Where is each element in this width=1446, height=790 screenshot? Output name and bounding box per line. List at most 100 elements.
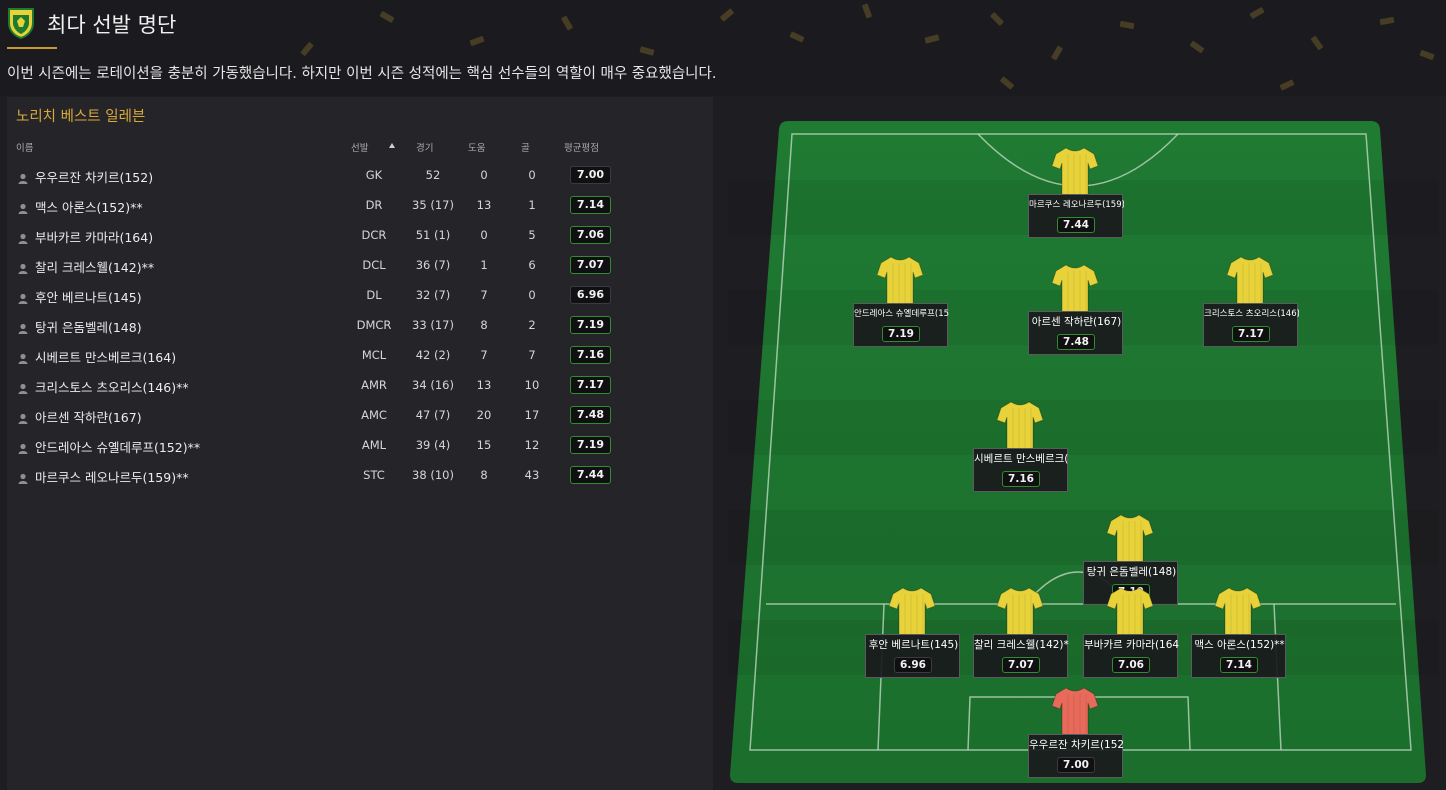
player-label: 안드레아스 슈옐데루프(152)** 7.19 [853, 303, 949, 347]
header: 최다 선발 명단 이번 시즌에는 로테이션을 충분히 가동했습니다. 하지만 이… [0, 0, 1446, 96]
player-rating-badge: 7.07 [570, 256, 611, 274]
pitch-player-rating: 7.07 [1002, 657, 1040, 673]
player-assists: 7 [480, 348, 488, 362]
shirt-icon [997, 587, 1043, 636]
player-name[interactable]: 아르센 작하랸(167) [35, 407, 142, 426]
player-position: AMC [361, 408, 387, 422]
person-icon [18, 469, 28, 484]
person-icon [18, 319, 28, 334]
table-row[interactable]: 안드레아스 슈옐데루프(152)** AML 39 (4) 15 12 7.19 [14, 430, 611, 460]
pitch-player-dcl[interactable]: 찰리 크레스웰(142)** 7.07 [973, 587, 1069, 694]
pitch-player-rating: 7.06 [1112, 657, 1150, 673]
column-header-apps[interactable]: 경기 [416, 140, 433, 154]
player-apps: 47 (7) [415, 408, 451, 422]
person-icon [18, 259, 28, 274]
player-position: GK [365, 168, 383, 182]
player-name[interactable]: 시베르트 만스베르크(164) [35, 347, 176, 366]
pitch-player-stc[interactable]: 마르쿠스 레오나르두(159)** 7.44 [1028, 147, 1124, 254]
table-row[interactable]: 우우르잔 차키르(152) GK 52 0 0 7.00 [14, 160, 611, 190]
pitch-player-name: 탕귀 은돔벨레(148) [1086, 566, 1177, 578]
club-crest-icon [8, 8, 34, 39]
pitch-player-amr[interactable]: 크리스토스 츠오리스(146)** 7.17 [1203, 256, 1299, 363]
player-apps: 32 (7) [415, 288, 451, 302]
player-goals: 2 [528, 318, 536, 332]
page-subtitle: 이번 시즌에는 로테이션을 충분히 가동했습니다. 하지만 이번 시즌 성적에는… [7, 66, 717, 82]
player-name[interactable]: 부바카르 카마라(164) [35, 227, 153, 246]
pitch-player-name: 맥스 아론스(152)** [1194, 639, 1285, 651]
table-row[interactable]: 크리스토스 츠오리스(146)** AMR 34 (16) 13 10 7.17 [14, 370, 611, 400]
pitch-player-aml[interactable]: 안드레아스 슈옐데루프(152)** 7.19 [853, 256, 949, 363]
column-header-goals[interactable]: 골 [521, 140, 530, 154]
player-name[interactable]: 맥스 아론스(152)** [35, 197, 143, 216]
player-name[interactable]: 찰리 크레스웰(142)** [35, 257, 154, 276]
title-underline [7, 47, 57, 49]
person-icon [18, 409, 28, 424]
pitch-player-dl[interactable]: 후안 베르나트(145) 6.96 [865, 587, 960, 694]
player-goals: 6 [528, 258, 536, 272]
pitch-player-amc[interactable]: 아르센 작하랸(167) 7.48 [1028, 264, 1123, 371]
pitch-player-dr[interactable]: 맥스 아론스(152)** 7.14 [1191, 587, 1286, 694]
player-position: DMCR [356, 318, 392, 332]
player-rating-badge: 7.19 [570, 316, 611, 334]
shirt-icon [889, 587, 935, 636]
player-name[interactable]: 우우르잔 차키르(152) [35, 167, 153, 186]
player-assists: 15 [476, 438, 492, 452]
table-row[interactable]: 아르센 작하랸(167) AMC 47 (7) 20 17 7.48 [14, 400, 611, 430]
player-rating-badge: 7.48 [570, 406, 611, 424]
player-name[interactable]: 탕귀 은돔벨레(148) [35, 317, 142, 336]
player-position: DCL [362, 258, 386, 272]
player-label: 우우르잔 차키르(152) 7.00 [1028, 734, 1124, 778]
panel-title: 노리치 베스트 일레븐 [16, 109, 146, 125]
player-assists: 0 [480, 228, 488, 242]
page-title: 최다 선발 명단 [47, 13, 177, 37]
player-position: DL [366, 288, 382, 302]
pitch-player-gk[interactable]: 우우르잔 차키르(152) 7.00 [1028, 687, 1124, 790]
sort-ascending-icon [389, 143, 395, 148]
player-name[interactable]: 후안 베르나트(145) [35, 287, 142, 306]
player-label: 시베르트 만스베르크(164) 7.16 [973, 448, 1069, 492]
shirt-icon [1215, 587, 1261, 636]
pitch-player-rating: 7.00 [1057, 757, 1095, 773]
table-row[interactable]: 부바카르 카마라(164) DCR 51 (1) 0 5 7.06 [14, 220, 611, 250]
pitch-player-name: 아르센 작하랸(167) [1031, 316, 1122, 328]
player-apps: 51 (1) [415, 228, 451, 242]
table-row[interactable]: 맥스 아론스(152)** DR 35 (17) 13 1 7.14 [14, 190, 611, 220]
pitch-player-rating: 7.19 [882, 326, 920, 342]
pitch-player-name: 크리스토스 츠오리스(146)** [1204, 309, 1299, 319]
column-header-assists[interactable]: 도움 [468, 140, 485, 154]
player-label: 찰리 크레스웰(142)** 7.07 [973, 634, 1069, 678]
shirt-icon [1107, 587, 1153, 636]
pitch-player-mcl[interactable]: 시베르트 만스베르크(164) 7.16 [973, 401, 1069, 508]
player-assists: 7 [480, 288, 488, 302]
table-row[interactable]: 마르쿠스 레오나르두(159)** STC 38 (10) 8 43 7.44 [14, 460, 611, 490]
player-goals: 10 [524, 378, 540, 392]
player-name[interactable]: 안드레아스 슈옐데루프(152)** [35, 437, 200, 456]
player-name[interactable]: 마르쿠스 레오나르두(159)** [35, 467, 189, 486]
table-row[interactable]: 탕귀 은돔벨레(148) DMCR 33 (17) 8 2 7.19 [14, 310, 611, 340]
player-label: 부바카르 카마라(164) 7.06 [1083, 634, 1179, 678]
person-icon [18, 379, 28, 394]
player-position: STC [363, 468, 385, 482]
player-rating-badge: 7.16 [570, 346, 611, 364]
table-row[interactable]: 찰리 크레스웰(142)** DCL 36 (7) 1 6 7.07 [14, 250, 611, 280]
player-assists: 8 [480, 318, 488, 332]
player-label: 맥스 아론스(152)** 7.14 [1191, 634, 1286, 678]
pitch-player-dcr[interactable]: 부바카르 카마라(164) 7.06 [1083, 587, 1179, 694]
player-goals: 1 [528, 198, 536, 212]
table-row[interactable]: 후안 베르나트(145) DL 32 (7) 7 0 6.96 [14, 280, 611, 310]
player-label: 크리스토스 츠오리스(146)** 7.17 [1203, 303, 1299, 347]
person-icon [18, 169, 28, 184]
shirt-icon [1107, 514, 1153, 563]
player-goals: 12 [524, 438, 540, 452]
player-name[interactable]: 크리스토스 츠오리스(146)** [35, 377, 189, 396]
formation-pitch: 마르쿠스 레오나르두(159)** 7.44 안드레아스 슈옐데루프(152)** 7… [728, 120, 1438, 785]
player-rating-badge: 7.06 [570, 226, 611, 244]
table-row[interactable]: 시베르트 만스베르크(164) MCL 42 (2) 7 7 7.16 [14, 340, 611, 370]
column-header-starts[interactable]: 선발 [351, 140, 368, 154]
best-eleven-screen: 최다 선발 명단 이번 시즌에는 로테이션을 충분히 가동했습니다. 하지만 이… [0, 0, 1446, 790]
column-header-avg-rating[interactable]: 평균평점 [564, 140, 599, 154]
player-goals: 0 [528, 288, 536, 302]
column-header-name[interactable]: 이름 [16, 140, 33, 154]
pitch-player-rating: 6.96 [894, 657, 932, 673]
player-goals: 43 [524, 468, 540, 482]
